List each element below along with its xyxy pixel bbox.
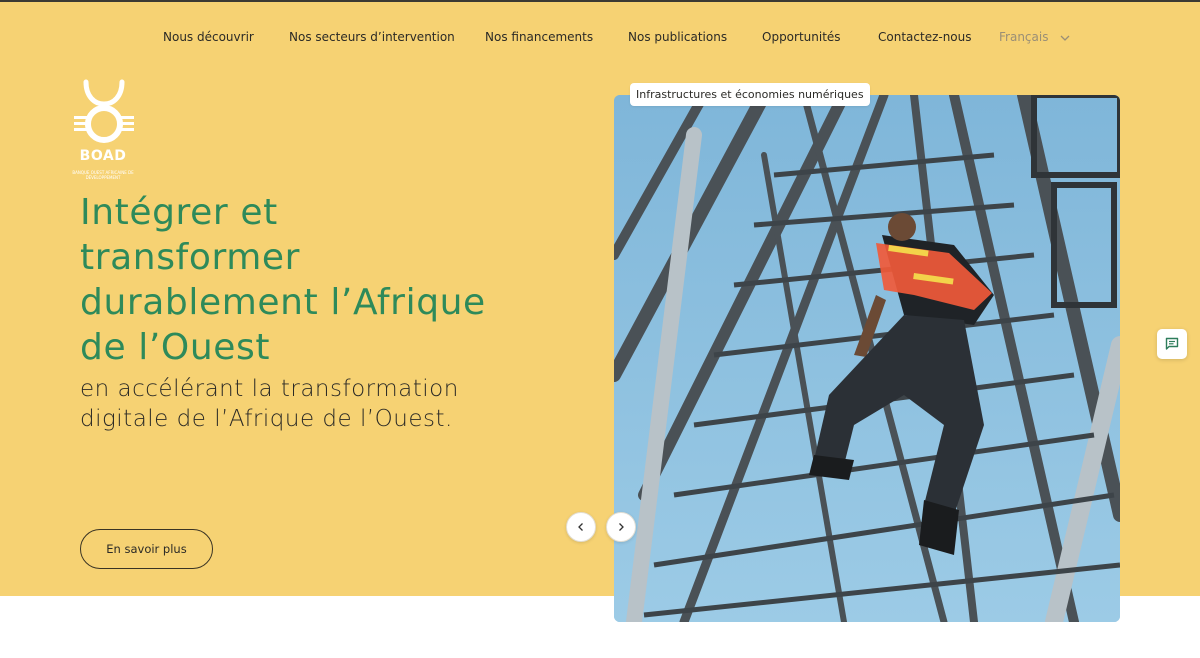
language-selector[interactable]: Français xyxy=(999,30,1048,44)
boad-emblem-icon xyxy=(74,79,134,143)
chat-button[interactable] xyxy=(1157,329,1187,359)
carousel-prev-button[interactable] xyxy=(566,512,596,542)
hero-slide-image xyxy=(614,95,1120,622)
top-border xyxy=(0,0,1200,2)
chevron-left-icon xyxy=(578,523,583,531)
learn-more-button[interactable]: En savoir plus xyxy=(80,529,213,569)
nav-item-contact[interactable]: Contactez-nous xyxy=(878,30,972,44)
chat-icon xyxy=(1165,337,1179,350)
hero-subtitle: en accélérant la transformation digitale… xyxy=(80,376,459,432)
nav-item-publications[interactable]: Nos publications xyxy=(628,30,727,44)
chevron-down-icon[interactable] xyxy=(1059,34,1071,42)
nav-item-financements[interactable]: Nos financements xyxy=(485,30,593,44)
carousel-next-button[interactable] xyxy=(606,512,636,542)
slide-category-tag[interactable]: Infrastructures et économies numériques xyxy=(630,83,870,106)
tower-climber-illustration xyxy=(614,95,1120,622)
nav-item-opportunites[interactable]: Opportunités xyxy=(762,30,841,44)
boad-logo[interactable]: BOAD BANQUE OUEST AFRICAINE DE DÉVELOPPE… xyxy=(72,78,136,186)
chevron-right-icon xyxy=(619,523,624,531)
nav-item-secteurs[interactable]: Nos secteurs d’intervention xyxy=(289,30,455,44)
main-nav: Nous découvrir Nos secteurs d’interventi… xyxy=(0,30,1200,52)
logo-wordmark: BOAD xyxy=(79,148,127,164)
hero-title: Intégrer et transformer durablement l’Af… xyxy=(80,192,486,368)
nav-item-nous-decouvrir[interactable]: Nous découvrir xyxy=(163,30,254,44)
logo-tagline: BANQUE OUEST AFRICAINE DE DÉVELOPPEMENT xyxy=(72,170,134,180)
